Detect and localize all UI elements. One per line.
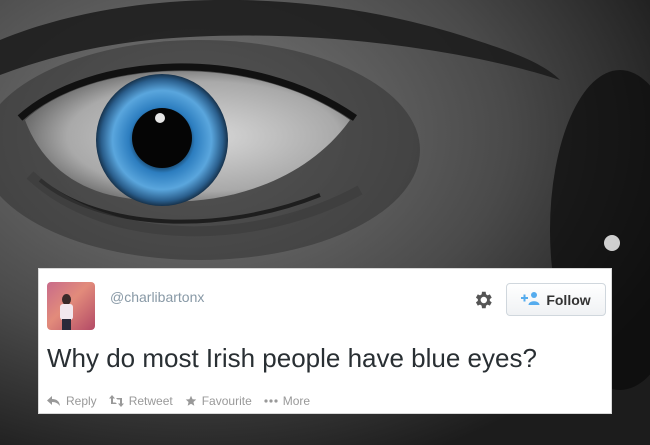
tweet-text: Why do most Irish people have blue eyes? bbox=[47, 343, 537, 373]
more-action[interactable]: More bbox=[264, 394, 310, 408]
reply-action[interactable]: Reply bbox=[47, 394, 97, 408]
retweet-action[interactable]: Retweet bbox=[108, 394, 173, 408]
retweet-icon bbox=[108, 395, 124, 407]
tweet-actions: Reply Retweet Favourite More bbox=[47, 393, 310, 409]
username[interactable]: @charlibartonx bbox=[110, 289, 204, 305]
follow-label: Follow bbox=[546, 291, 591, 308]
retweet-label: Retweet bbox=[128, 394, 173, 408]
reply-label: Reply bbox=[66, 394, 97, 408]
gear-icon[interactable] bbox=[472, 289, 494, 311]
star-icon bbox=[185, 395, 197, 407]
favourite-label: Favourite bbox=[201, 394, 252, 408]
ellipsis-icon bbox=[264, 399, 278, 403]
favourite-action[interactable]: Favourite bbox=[185, 394, 252, 408]
tweet-card: @charlibartonx Follow Why do most Irish … bbox=[38, 268, 612, 414]
avatar[interactable] bbox=[47, 282, 95, 330]
more-label: More bbox=[282, 394, 311, 408]
avatar-figure-legs bbox=[62, 319, 71, 330]
follow-button[interactable]: Follow bbox=[506, 283, 606, 316]
add-user-icon bbox=[521, 291, 541, 308]
avatar-figure-body bbox=[60, 304, 73, 320]
reply-arrow-icon bbox=[47, 395, 61, 407]
